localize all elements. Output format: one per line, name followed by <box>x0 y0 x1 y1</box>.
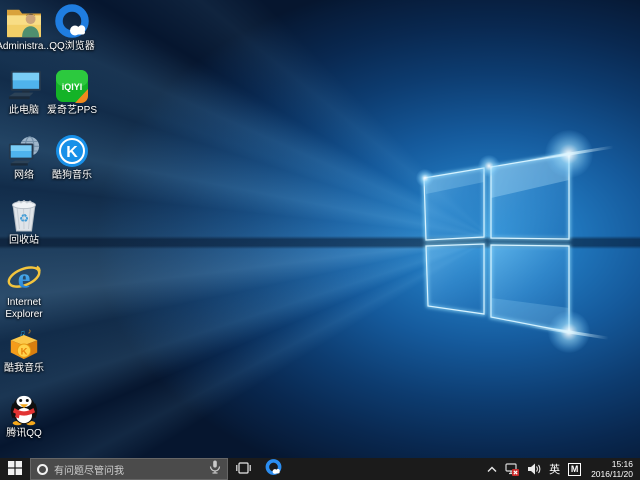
start-button[interactable] <box>0 458 30 480</box>
taskbar-qq-browser-button[interactable] <box>258 458 288 480</box>
qq-browser-icon <box>48 4 96 40</box>
kuwo-music-icon: ♫ ♪ K <box>0 326 48 362</box>
cortana-icon <box>37 464 48 475</box>
svg-text:K: K <box>66 144 78 161</box>
clock-time: 15:16 <box>612 459 633 469</box>
desktop-icon-label: QQ浏览器 <box>42 41 102 53</box>
show-hidden-icons-button[interactable] <box>484 458 500 480</box>
tencent-qq-icon <box>0 391 48 427</box>
volume-button[interactable] <box>524 458 544 480</box>
desktop-icon-tencent-qq[interactable]: 腾讯QQ <box>0 391 48 453</box>
desktop-icon-kugou-music[interactable]: K 酷狗音乐 <box>48 133 96 195</box>
desktop-icon-kuwo-music[interactable]: ♫ ♪ K 酷我音乐 <box>0 326 48 388</box>
windows-logo-wallpaper <box>0 0 640 458</box>
desktop-icon-qq-browser[interactable]: QQ浏览器 <box>48 4 96 66</box>
desktop-icon-this-pc[interactable]: 此电脑 <box>0 68 48 130</box>
search-placeholder: 有问题尽管问我 <box>54 462 209 477</box>
logo-flare-top-left <box>416 169 434 187</box>
qq-browser-icon <box>265 459 282 479</box>
desktop-icon-network[interactable]: 网络 <box>0 133 48 195</box>
svg-text:♪: ♪ <box>28 327 32 336</box>
desktop-icon-internet-explorer[interactable]: e Internet Explorer <box>0 260 48 322</box>
speaker-icon <box>527 463 541 475</box>
desktop-icon-label: 回收站 <box>0 235 54 247</box>
desktop-icon-label: 酷我音乐 <box>0 363 54 375</box>
desktop-icon-label: 酷狗音乐 <box>42 170 102 182</box>
desktop-icon-iqiyi-pps[interactable]: iQIYI 爱奇艺PPS <box>48 68 96 130</box>
svg-text:K: K <box>21 346 28 357</box>
clock-date: 2016/11/20 <box>591 469 633 479</box>
network-disconnected-icon <box>505 463 519 476</box>
desktop-icon-label: 腾讯QQ <box>0 428 54 440</box>
ime-mode-indicator: M <box>568 463 581 476</box>
task-view-icon <box>236 462 251 477</box>
microphone-icon[interactable] <box>209 460 221 479</box>
windows-start-icon <box>8 461 22 478</box>
taskbar-search-input[interactable]: 有问题尽管问我 <box>30 458 228 480</box>
desktop: Administra... QQ浏览器 此电脑 <box>0 0 640 458</box>
system-tray: 英 M 15:16 2016/11/20 <box>484 458 640 480</box>
taskbar-clock[interactable]: 15:16 2016/11/20 <box>586 459 638 479</box>
administrator-folder-icon <box>0 4 48 40</box>
task-view-button[interactable] <box>228 458 258 480</box>
desktop-icon-administrator[interactable]: Administra... <box>0 4 48 66</box>
logo-flare-top-center <box>478 155 500 177</box>
ime-language-indicator[interactable]: 英 <box>546 458 563 480</box>
network-status-button[interactable] <box>502 458 522 480</box>
desktop-icon-recycle-bin[interactable]: ♻ 回收站 <box>0 198 48 260</box>
internet-explorer-icon: e <box>0 260 48 296</box>
desktop-icon-label: Internet Explorer <box>0 297 54 321</box>
taskbar-spacer <box>288 458 484 480</box>
svg-text:iQIYI: iQIYI <box>62 82 83 92</box>
this-pc-icon <box>0 68 48 104</box>
svg-text:e: e <box>18 263 31 294</box>
kugou-music-icon: K <box>48 133 96 169</box>
svg-text:♻: ♻ <box>19 213 29 225</box>
taskbar: 有问题尽管问我 <box>0 458 640 480</box>
chevron-up-icon <box>487 466 497 473</box>
desktop-icon-label: 爱奇艺PPS <box>42 105 102 117</box>
recycle-bin-icon: ♻ <box>0 198 48 234</box>
ime-mode-button[interactable]: M <box>565 458 584 480</box>
network-icon <box>0 133 48 169</box>
iqiyi-pps-icon: iQIYI <box>48 68 96 104</box>
